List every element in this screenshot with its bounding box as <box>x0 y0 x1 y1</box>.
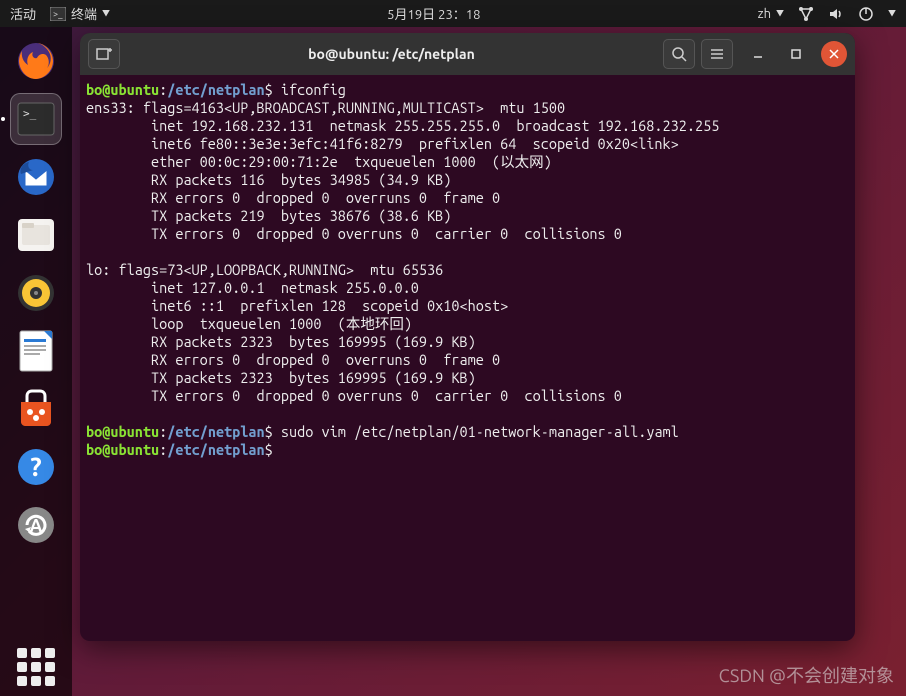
ime-label: zh <box>758 7 771 21</box>
top-bar: 活动 >_ 终端 ▼ 5月19日 23：18 zh ▼ ▼ <box>0 0 906 27</box>
dock: >_ ? A <box>0 27 72 696</box>
prompt-path: /etc/netplan <box>167 81 264 98</box>
dock-item-terminal[interactable]: >_ <box>10 93 62 145</box>
apps-grid-button[interactable] <box>17 648 55 686</box>
maximize-button[interactable] <box>783 41 809 67</box>
output-line: inet 127.0.0.1 netmask 255.0.0.0 <box>86 279 419 296</box>
watermark: CSDN @不会创建对象 <box>719 662 894 688</box>
minimize-icon <box>753 49 763 59</box>
output-line: lo: flags=73<UP,LOOPBACK,RUNNING> mtu 65… <box>86 261 443 278</box>
chevron-down-icon: ▼ <box>776 8 784 19</box>
activities-button[interactable]: 活动 <box>10 4 36 23</box>
output-line: RX errors 0 dropped 0 overruns 0 frame 0 <box>86 189 500 206</box>
output-line: TX errors 0 dropped 0 overruns 0 carrier… <box>86 387 622 404</box>
output-line: loop txqueuelen 1000 (本地环回) <box>86 315 412 332</box>
chevron-down-icon: ▼ <box>102 8 110 19</box>
dock-item-files[interactable] <box>10 209 62 261</box>
titlebar: bo@ubuntu: /etc/netplan <box>80 33 855 75</box>
dock-item-rhythmbox[interactable] <box>10 267 62 319</box>
output-line: ens33: flags=4163<UP,BROADCAST,RUNNING,M… <box>86 99 565 116</box>
new-tab-icon <box>96 46 112 62</box>
prompt-user: bo@ubuntu <box>86 423 159 440</box>
svg-text:>_: >_ <box>53 9 63 19</box>
dock-item-libreoffice-writer[interactable] <box>10 325 62 377</box>
dock-item-software[interactable] <box>10 383 62 435</box>
dock-item-thunderbird[interactable] <box>10 151 62 203</box>
app-menu[interactable]: >_ 终端 ▼ <box>50 4 110 23</box>
new-tab-button[interactable] <box>88 39 120 69</box>
svg-text:>_: >_ <box>23 107 37 120</box>
dock-item-firefox[interactable] <box>10 35 62 87</box>
maximize-icon <box>791 49 801 59</box>
minimize-button[interactable] <box>745 41 771 67</box>
search-button[interactable] <box>663 39 695 69</box>
close-button[interactable] <box>821 41 847 67</box>
menu-button[interactable] <box>701 39 733 69</box>
output-line: RX errors 0 dropped 0 overruns 0 frame 0 <box>86 351 500 368</box>
power-icon[interactable] <box>858 6 874 22</box>
ime-indicator[interactable]: zh ▼ <box>758 7 784 21</box>
output-line: TX packets 219 bytes 38676 (38.6 KB) <box>86 207 451 224</box>
output-line: ether 00:0c:29:00:71:2e txqueuelen 1000 … <box>86 153 552 170</box>
output-line: TX errors 0 dropped 0 overruns 0 carrier… <box>86 225 622 242</box>
prompt-user: bo@ubuntu <box>86 441 159 458</box>
prompt-path: /etc/netplan <box>167 441 264 458</box>
terminal-icon: >_ <box>50 7 66 21</box>
output-line: inet6 ::1 prefixlen 128 scopeid 0x10<hos… <box>86 297 508 314</box>
window-title: bo@ubuntu: /etc/netplan <box>126 46 657 62</box>
terminal-content[interactable]: bo@ubuntu:/etc/netplan$ ifconfig ens33: … <box>80 75 855 465</box>
dock-item-updates[interactable]: A <box>10 499 62 551</box>
app-menu-label: 终端 <box>71 4 97 23</box>
volume-icon[interactable] <box>828 6 844 22</box>
close-icon <box>829 49 839 59</box>
prompt-path: /etc/netplan <box>167 423 264 440</box>
output-line: inet 192.168.232.131 netmask 255.255.255… <box>86 117 719 134</box>
chevron-down-icon: ▼ <box>888 8 896 19</box>
output-line: RX packets 2323 bytes 169995 (169.9 KB) <box>86 333 476 350</box>
command-1: ifconfig <box>281 81 346 98</box>
clock[interactable]: 5月19日 23：18 <box>387 4 480 23</box>
output-line: inet6 fe80::3e3e:3efc:41f6:8279 prefixle… <box>86 135 679 152</box>
output-line: RX packets 116 bytes 34985 (34.9 KB) <box>86 171 451 188</box>
prompt-user: bo@ubuntu <box>86 81 159 98</box>
network-icon[interactable] <box>798 6 814 22</box>
search-icon <box>671 46 687 62</box>
svg-text:A: A <box>30 516 43 536</box>
terminal-window: bo@ubuntu: /etc/netplan bo@ubuntu:/etc/n… <box>80 33 855 641</box>
command-2: sudo vim /etc/netplan/01-network-manager… <box>281 423 679 440</box>
hamburger-icon <box>709 46 725 62</box>
dock-item-help[interactable]: ? <box>10 441 62 493</box>
svg-text:?: ? <box>30 452 41 481</box>
output-line: TX packets 2323 bytes 169995 (169.9 KB) <box>86 369 476 386</box>
